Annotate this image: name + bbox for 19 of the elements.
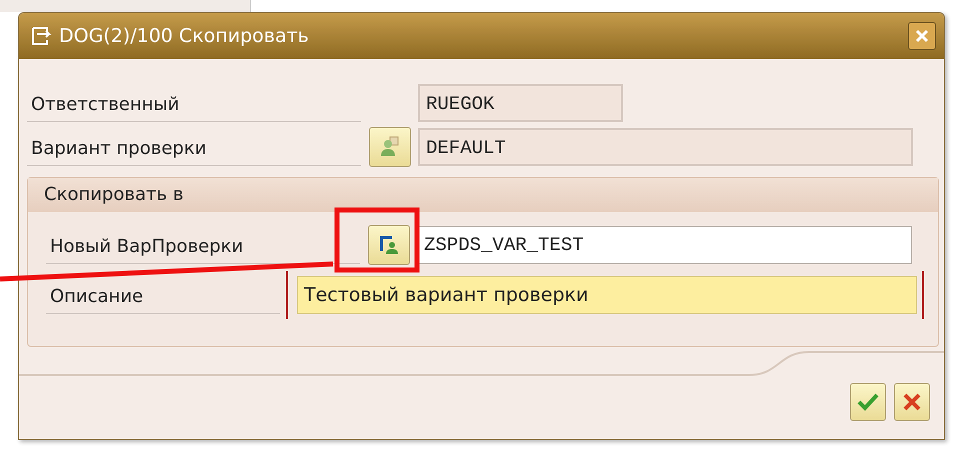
text-field[interactable]: Тестовый вариант проверки xyxy=(297,276,917,314)
field-label: Ответственный xyxy=(27,84,361,122)
text-field[interactable]: ZSPDS_VAR_TEST xyxy=(417,226,912,264)
confirm-button[interactable] xyxy=(850,383,886,421)
variant-button[interactable] xyxy=(368,225,410,265)
field-label: Описание xyxy=(46,276,280,314)
field-label: Вариант проверки xyxy=(27,128,361,166)
close-icon xyxy=(915,29,929,43)
close-button[interactable] xyxy=(908,22,936,50)
window-title: DOG(2)/100 Скопировать xyxy=(59,25,310,47)
text-field[interactable]: RUEGOK xyxy=(418,84,623,122)
checkmark-icon xyxy=(857,392,879,412)
window-icon xyxy=(31,26,53,46)
person-icon xyxy=(377,233,401,257)
text-field[interactable]: DEFAULT xyxy=(418,128,913,166)
field-label: Новый ВарПроверки xyxy=(46,226,360,264)
group-title: Скопировать в xyxy=(28,178,938,212)
cancel-button[interactable] xyxy=(894,383,930,421)
cancel-icon xyxy=(902,392,922,412)
